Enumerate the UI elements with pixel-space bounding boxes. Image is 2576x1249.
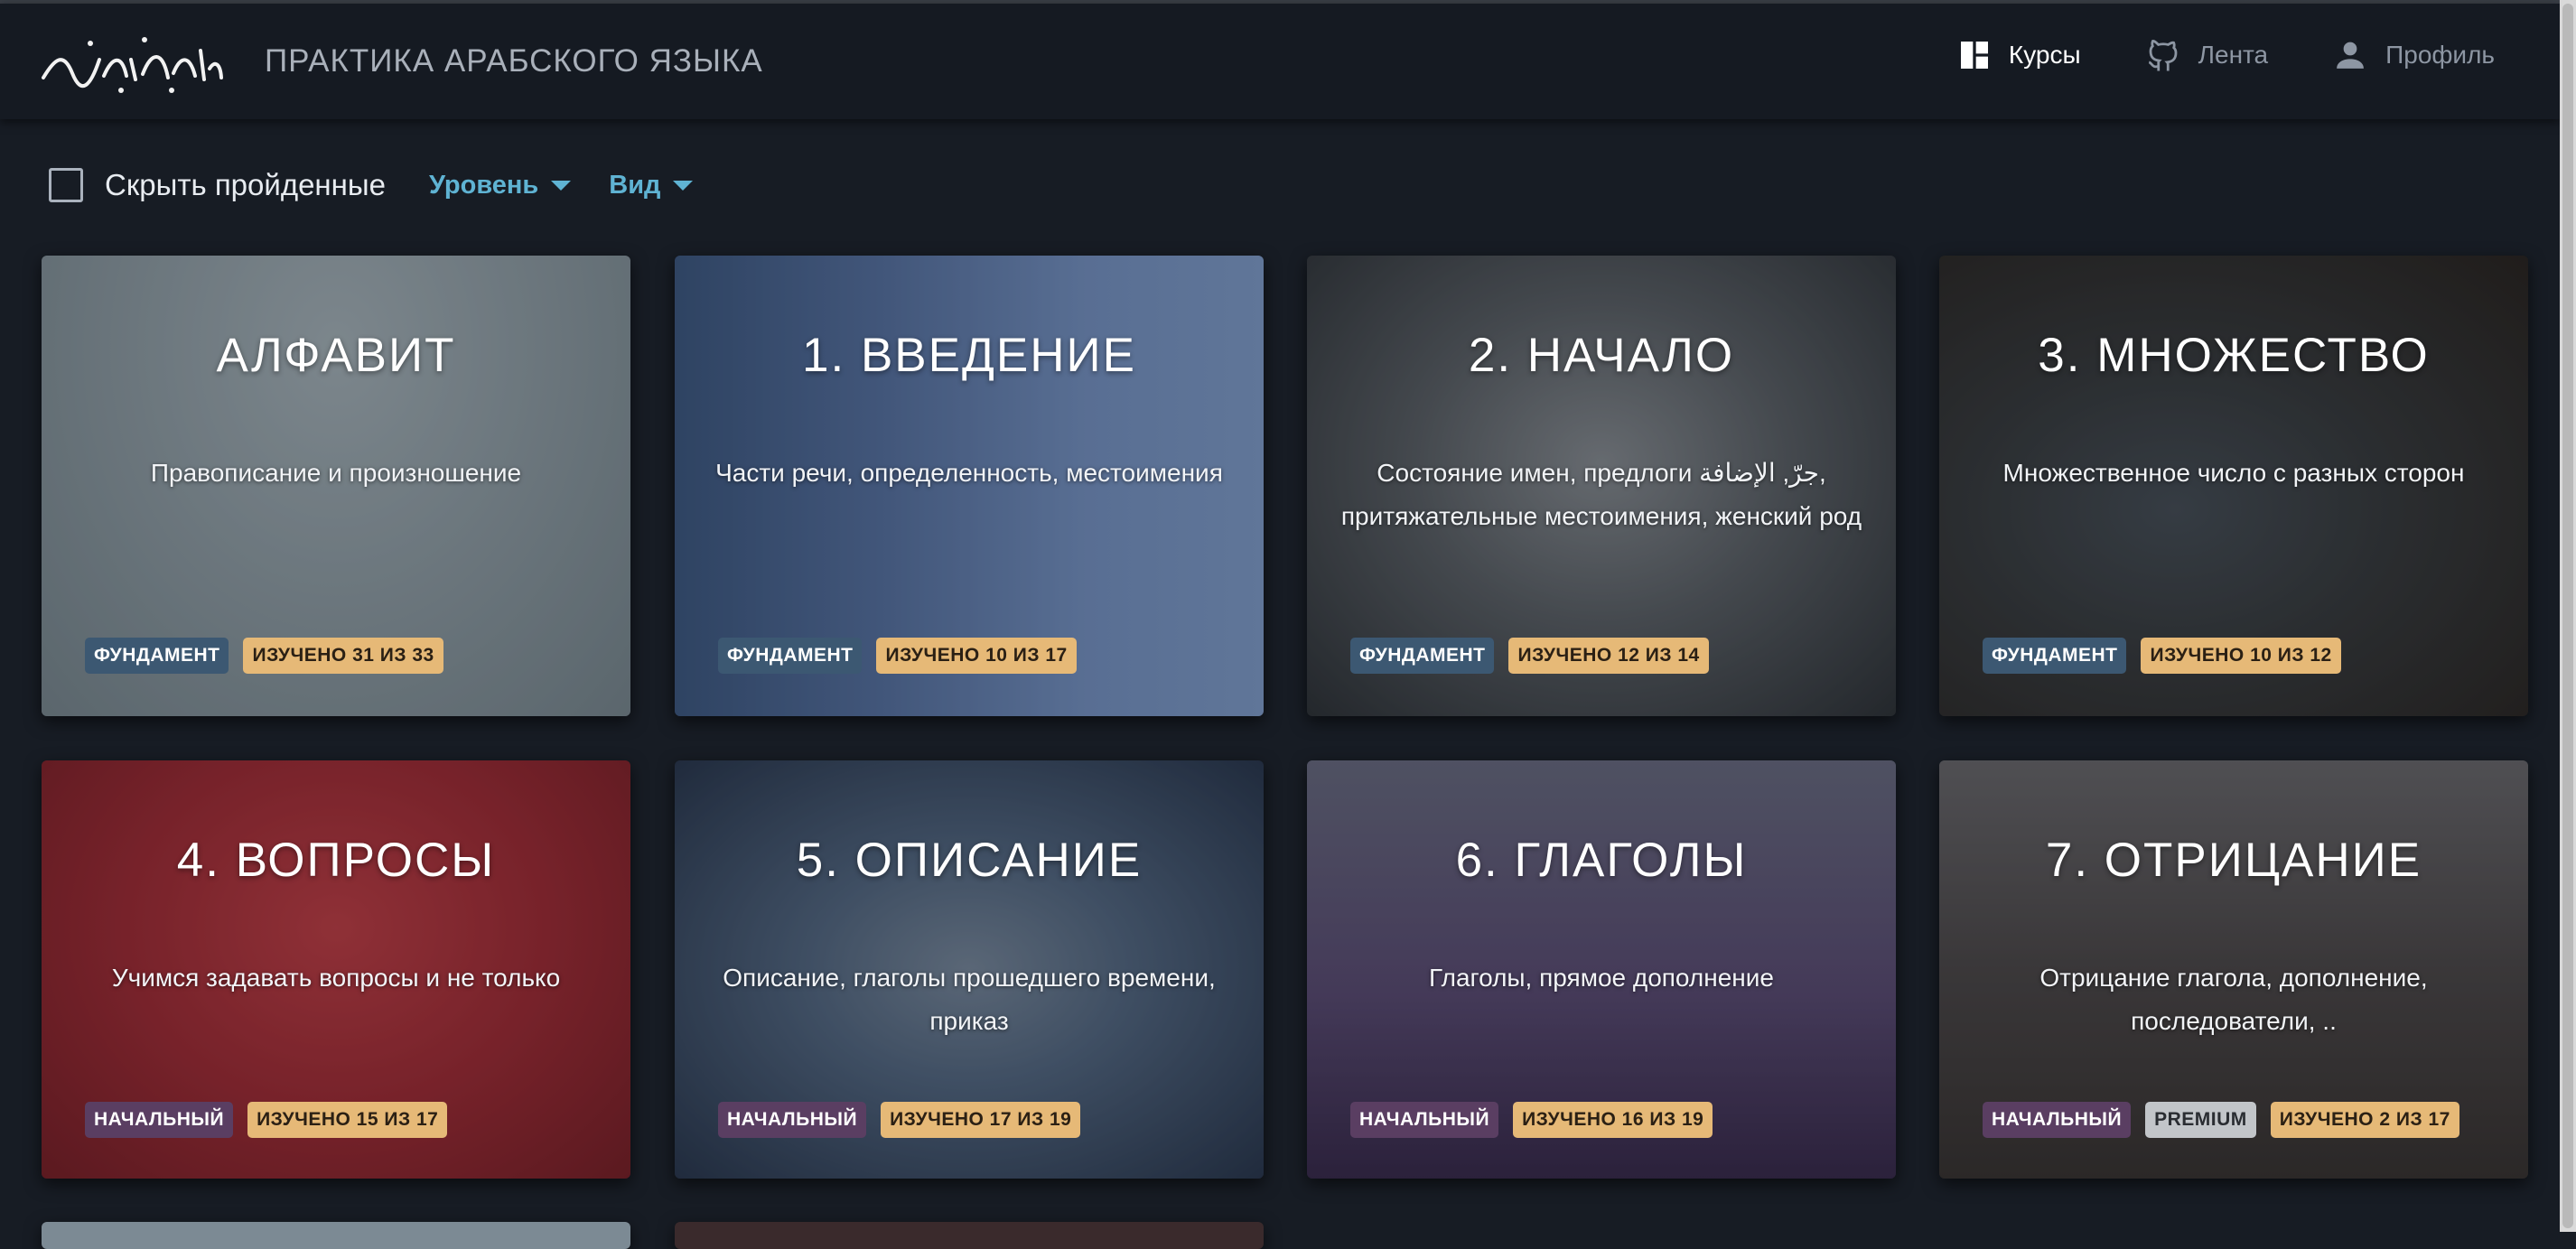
- course-card-plural[interactable]: 3. МНОЖЕСТВО Множественное число с разны…: [1939, 256, 2528, 716]
- card-subtitle: Правописание и произношение: [150, 459, 522, 487]
- card-title: 2. НАЧАЛО: [1468, 329, 1735, 382]
- card-badges: ФУНДАМЕНТ ИЗУЧЕНО 12 ИЗ 14: [1350, 638, 1709, 674]
- level-dropdown-label: Уровень: [428, 170, 539, 200]
- dashboard-icon: [1960, 42, 1988, 69]
- card-subtitle: Состояние имен, предлоги جرّ, الإضافة, п…: [1340, 459, 1862, 530]
- progress-badge: ИЗУЧЕНО 10 ИЗ 12: [2141, 638, 2341, 674]
- scrollbar-thumb[interactable]: [2562, 4, 2573, 1228]
- progress-badge: ИЗУЧЕНО 10 ИЗ 17: [876, 638, 1077, 674]
- card-badges: ФУНДАМЕНТ ИЗУЧЕНО 31 ИЗ 33: [85, 638, 443, 674]
- progress-badge: ИЗУЧЕНО 15 ИЗ 17: [247, 1102, 448, 1138]
- card-title: 5. ОПИСАНИЕ: [796, 834, 1143, 887]
- card-title: 1. ВВЕДЕНИЕ: [802, 329, 1136, 382]
- nav-profile[interactable]: Профиль: [2331, 36, 2495, 74]
- level-badge: ФУНДАМЕНТ: [85, 638, 229, 674]
- card-badges: НАЧАЛЬНЫЙ ИЗУЧЕНО 15 ИЗ 17: [85, 1102, 448, 1138]
- card-badges: НАЧАЛЬНЫЙ ИЗУЧЕНО 16 ИЗ 19: [1350, 1102, 1713, 1138]
- nav-courses-label: Курсы: [2008, 41, 2081, 69]
- app-title: ПРАКТИКА АРАБСКОГО ЯЗЫКА: [265, 43, 763, 79]
- progress-badge: ИЗУЧЕНО 2 ИЗ 17: [2270, 1102, 2459, 1138]
- card-title: 4. ВОПРОСЫ: [176, 834, 496, 887]
- caret-down-icon: [673, 180, 694, 191]
- progress-badge: ИЗУЧЕНО 17 ИЗ 19: [881, 1102, 1081, 1138]
- filter-toolbar: Скрыть пройденные Уровень Вид: [49, 168, 731, 202]
- app-header: ПРАКТИКА АРАБСКОГО ЯЗЫКА Курсы Лента Про…: [0, 4, 2560, 119]
- github-icon: [2148, 40, 2178, 71]
- level-badge: НАЧАЛЬНЫЙ: [85, 1102, 234, 1138]
- level-badge: ФУНДАМЕНТ: [718, 638, 863, 674]
- course-card-partial[interactable]: [42, 1222, 630, 1249]
- course-card-questions[interactable]: 4. ВОПРОСЫ Учимся задавать вопросы и не …: [42, 760, 630, 1179]
- course-card-introduction[interactable]: 1. ВВЕДЕНИЕ Части речи, определенность, …: [675, 256, 1264, 716]
- caret-down-icon: [551, 180, 572, 191]
- course-card-beginning[interactable]: 2. НАЧАЛО Состояние имен, предлоги جرّ, …: [1307, 256, 1896, 716]
- card-badges: НАЧАЛЬНЫЙ ИЗУЧЕНО 17 ИЗ 19: [718, 1102, 1081, 1138]
- card-title: 6. ГЛАГОЛЫ: [1455, 834, 1748, 887]
- nav-courses[interactable]: Курсы: [1956, 37, 2081, 73]
- main-nav: Курсы Лента Профиль: [1956, 36, 2495, 74]
- card-title: АЛФАВИТ: [216, 329, 456, 382]
- hide-completed-checkbox[interactable]: [49, 168, 83, 202]
- level-badge: НАЧАЛЬНЫЙ: [1983, 1102, 2132, 1138]
- progress-badge: ИЗУЧЕНО 12 ИЗ 14: [1508, 638, 1709, 674]
- card-subtitle: Описание, глаголы прошедшего времени, пр…: [723, 964, 1216, 1035]
- card-subtitle: Глаголы, прямое дополнение: [1429, 964, 1774, 992]
- card-title: 7. ОТРИЦАНИЕ: [2045, 834, 2422, 887]
- card-subtitle: Множественное число с разных сторон: [2002, 459, 2465, 487]
- scrollbar[interactable]: [2560, 0, 2576, 1232]
- person-icon: [2337, 42, 2364, 69]
- calligraphy-logo[interactable]: [36, 23, 226, 101]
- view-dropdown[interactable]: Вид: [609, 170, 694, 200]
- progress-badge: ИЗУЧЕНО 16 ИЗ 19: [1513, 1102, 1713, 1138]
- course-card-partial[interactable]: [675, 1222, 1264, 1249]
- level-badge: ФУНДАМЕНТ: [1983, 638, 2127, 674]
- nav-feed[interactable]: Лента: [2144, 36, 2269, 74]
- card-subtitle: Отрицание глагола, дополнение, последова…: [2039, 964, 2428, 1035]
- card-badges: НАЧАЛЬНЫЙ PREMIUM ИЗУЧЕНО 2 ИЗ 17: [1983, 1102, 2459, 1138]
- nav-profile-label: Профиль: [2385, 41, 2495, 69]
- card-subtitle: Учимся задавать вопросы и не только: [111, 964, 561, 992]
- course-card-negation[interactable]: 7. ОТРИЦАНИЕ Отрицание глагола, дополнен…: [1939, 760, 2528, 1179]
- nav-feed-label: Лента: [2198, 41, 2269, 69]
- course-card-alphabet[interactable]: АЛФАВИТ Правописание и произношение ФУНД…: [42, 256, 630, 716]
- view-dropdown-label: Вид: [609, 170, 661, 200]
- card-title: 3. МНОЖЕСТВО: [2038, 329, 2430, 382]
- card-badges: ФУНДАМЕНТ ИЗУЧЕНО 10 ИЗ 17: [718, 638, 1077, 674]
- card-subtitle: Части речи, определенность, местоимения: [715, 459, 1223, 487]
- premium-badge: PREMIUM: [2145, 1102, 2256, 1138]
- hide-completed-label[interactable]: Скрыть пройденные: [105, 168, 386, 202]
- level-badge: НАЧАЛЬНЫЙ: [718, 1102, 867, 1138]
- course-card-verbs[interactable]: 6. ГЛАГОЛЫ Глаголы, прямое дополнение НА…: [1307, 760, 1896, 1179]
- card-badges: ФУНДАМЕНТ ИЗУЧЕНО 10 ИЗ 12: [1983, 638, 2341, 674]
- level-badge: ФУНДАМЕНТ: [1350, 638, 1495, 674]
- progress-badge: ИЗУЧЕНО 31 ИЗ 33: [243, 638, 443, 674]
- level-badge: НАЧАЛЬНЫЙ: [1350, 1102, 1499, 1138]
- course-card-description[interactable]: 5. ОПИСАНИЕ Описание, глаголы прошедшего…: [675, 760, 1264, 1179]
- level-dropdown[interactable]: Уровень: [428, 170, 572, 200]
